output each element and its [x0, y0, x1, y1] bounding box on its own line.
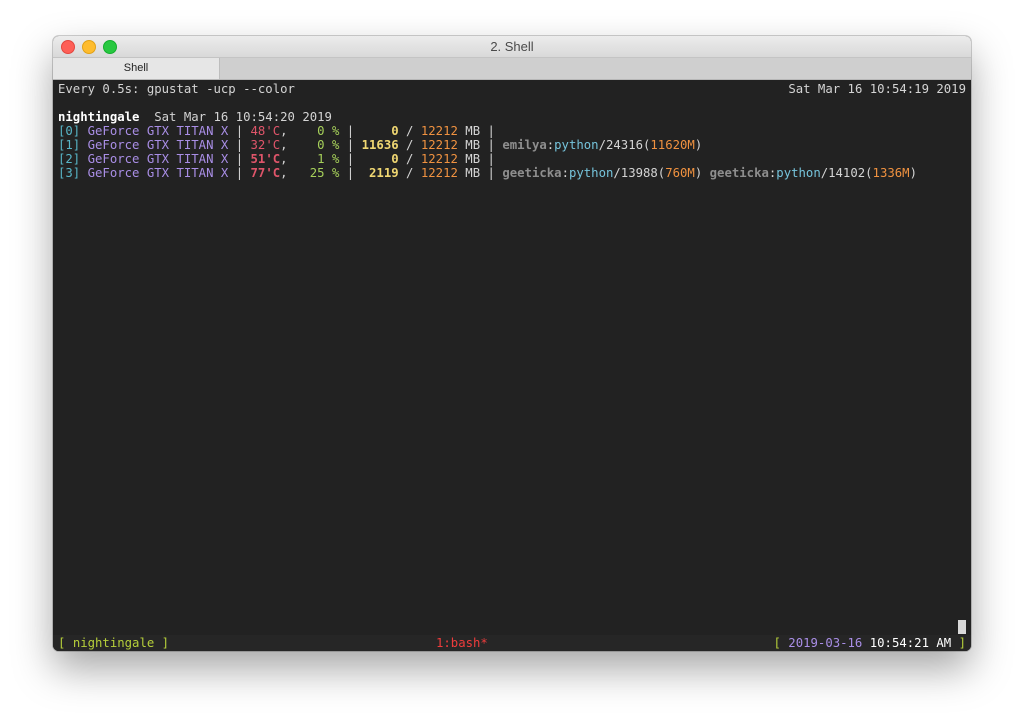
gpu-name: GeForce GTX TITAN X — [87, 138, 229, 152]
process-command: python — [568, 166, 614, 180]
process-command: python — [776, 166, 821, 180]
gpu-mem-total: 12212 — [420, 138, 458, 152]
gpu-temp: 32'C — [250, 138, 281, 152]
watch-command: Every 0.5s: gpustat -ucp --color — [58, 82, 295, 96]
gpu-mem-used: 0 — [361, 152, 399, 166]
gpu-temp: 77'C — [250, 166, 281, 180]
session-name: nightingale — [72, 636, 155, 650]
gpu-name: GeForce GTX TITAN X — [87, 152, 229, 166]
window-title: 2. Shell — [490, 39, 534, 54]
gpu-mem-used: 11636 — [361, 138, 399, 152]
tab-bar: Shell — [53, 58, 971, 80]
gpu-name: GeForce GTX TITAN X — [87, 166, 229, 180]
process-user: geeticka — [502, 166, 562, 180]
gpu-mem-used: 0 — [361, 124, 399, 138]
gpu-index: [0] — [58, 124, 81, 138]
status-window[interactable]: 1:bash* — [436, 636, 488, 650]
tmux-status-bar: [ nightingale ] 1:bash* [ 2019-03-16 10:… — [53, 635, 971, 651]
tab-shell[interactable]: Shell — [53, 58, 220, 79]
terminal-window: 2. Shell Shell Every 0.5s: gpustat -ucp … — [53, 36, 971, 651]
gpu-row: [2] GeForce GTX TITAN X | 51'C, 1 % | 0 … — [58, 152, 495, 166]
gpu-temp: 48'C — [250, 124, 281, 138]
status-clock: [ 2019-03-16 10:54:21 AM ] — [773, 636, 966, 650]
gpu-mem-total: 12212 — [420, 124, 458, 138]
gpu-mem-used: 2119 — [361, 166, 399, 180]
process-user: geeticka — [709, 166, 769, 180]
gpu-util: 0 % — [302, 138, 340, 152]
gpu-row: [1] GeForce GTX TITAN X | 32'C, 0 % | 11… — [58, 138, 703, 152]
process-user: emilya — [502, 138, 547, 152]
process-mem: 11620M — [650, 138, 695, 152]
process-mem: 760M — [665, 166, 695, 180]
process-mem: 1336M — [872, 166, 910, 180]
gpu-temp: 51'C — [250, 152, 281, 166]
process-pid: /13988( — [613, 166, 666, 180]
process-pid: /24316( — [598, 138, 651, 152]
host-timestamp: Sat Mar 16 10:54:20 2019 — [154, 110, 332, 124]
gpu-util: 1 % — [302, 152, 340, 166]
gpu-index: [3] — [58, 166, 81, 180]
process-pid: /14102( — [820, 166, 873, 180]
gpu-row: [3] GeForce GTX TITAN X | 77'C, 25 % | 2… — [58, 166, 917, 180]
gpu-mem-total: 12212 — [420, 152, 458, 166]
status-time: 10:54:21 AM — [869, 636, 952, 650]
gpu-mem-total: 12212 — [420, 166, 458, 180]
title-bar[interactable]: 2. Shell — [53, 36, 971, 58]
gpu-name: GeForce GTX TITAN X — [87, 124, 229, 138]
gpu-index: [2] — [58, 152, 81, 166]
gpu-row: [0] GeForce GTX TITAN X | 48'C, 0 % | 0 … — [58, 124, 495, 138]
host-name: nightingale — [58, 110, 140, 124]
process-command: python — [554, 138, 599, 152]
host-line: nightingale Sat Mar 16 10:54:20 2019 — [58, 110, 332, 124]
watch-timestamp: Sat Mar 16 10:54:19 2019 — [788, 82, 966, 96]
gpu-util: 0 % — [302, 124, 340, 138]
status-date: 2019-03-16 — [788, 636, 863, 650]
gpu-index: [1] — [58, 138, 81, 152]
terminal-cursor — [958, 620, 966, 634]
terminal-content[interactable]: Every 0.5s: gpustat -ucp --color Sat Mar… — [53, 80, 971, 651]
gpu-util: 25 % — [302, 166, 340, 180]
status-session: [ nightingale ] — [58, 636, 170, 650]
